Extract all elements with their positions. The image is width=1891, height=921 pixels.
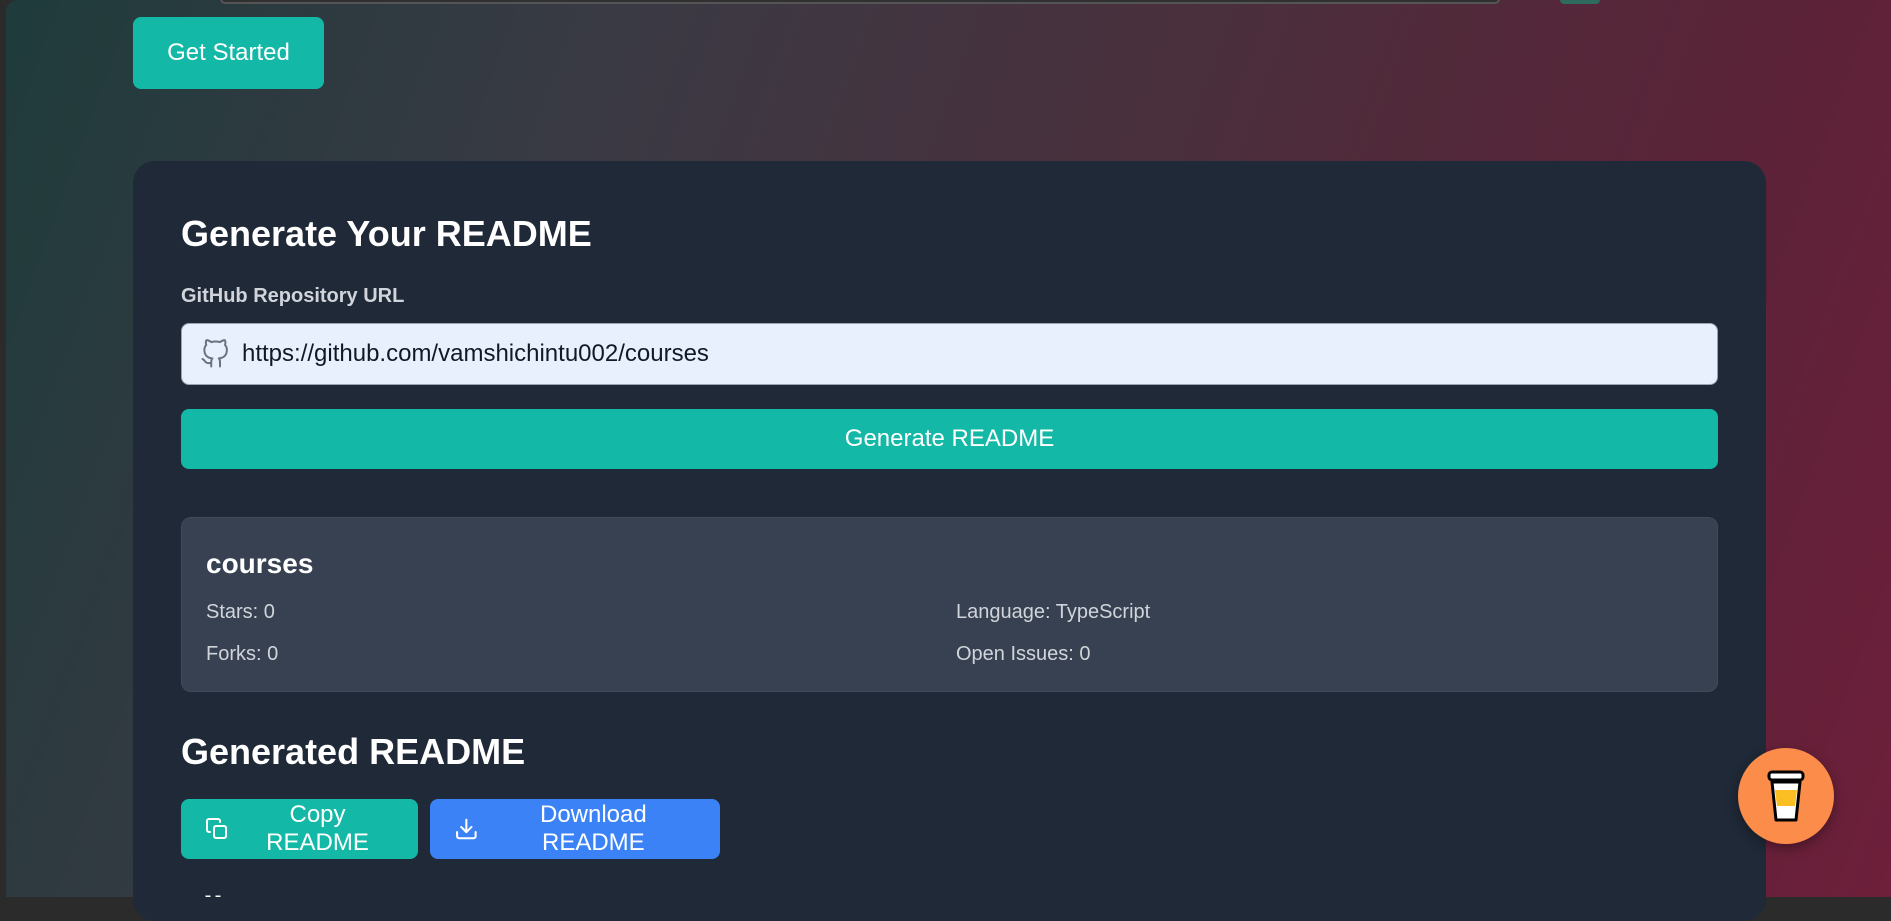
copy-icon [206, 817, 228, 840]
coffee-cup-icon [1767, 770, 1805, 822]
copy-readme-button[interactable]: Copy README [181, 799, 418, 859]
download-readme-label: Download README [539, 801, 647, 856]
repo-forks: Forks: 0 [206, 643, 279, 665]
download-readme-button[interactable]: Download README [430, 799, 720, 859]
url-field-label: GitHub Repository URL [181, 285, 405, 307]
repo-info-panel: courses Stars: 0 Forks: 0 Language: Type… [181, 517, 1718, 692]
generate-readme-button[interactable]: Generate README [181, 409, 1718, 469]
repo-name: courses [206, 548, 314, 579]
buy-me-a-coffee-button[interactable] [1738, 748, 1834, 844]
repo-open-issues: Open Issues: 0 [956, 643, 1091, 665]
form-title: Generate Your README [181, 213, 592, 254]
browser-search-bar-edge [220, 0, 1500, 4]
readme-content-partial: Fil [181, 889, 241, 897]
copy-readme-label: Copy README [266, 801, 369, 856]
readme-generator-card: Generate Your README GitHub Repository U… [133, 161, 1766, 921]
repo-stars: Stars: 0 [206, 601, 275, 623]
github-url-input[interactable] [242, 340, 1717, 368]
get-started-button[interactable]: Get Started [133, 17, 324, 89]
url-input-wrapper[interactable] [181, 323, 1718, 385]
generated-readme-title: Generated README [181, 731, 526, 772]
download-icon [456, 818, 477, 840]
browser-toolbar-edge [1560, 0, 1600, 4]
repo-language: Language: TypeScript [956, 601, 1151, 623]
github-icon [201, 339, 228, 368]
